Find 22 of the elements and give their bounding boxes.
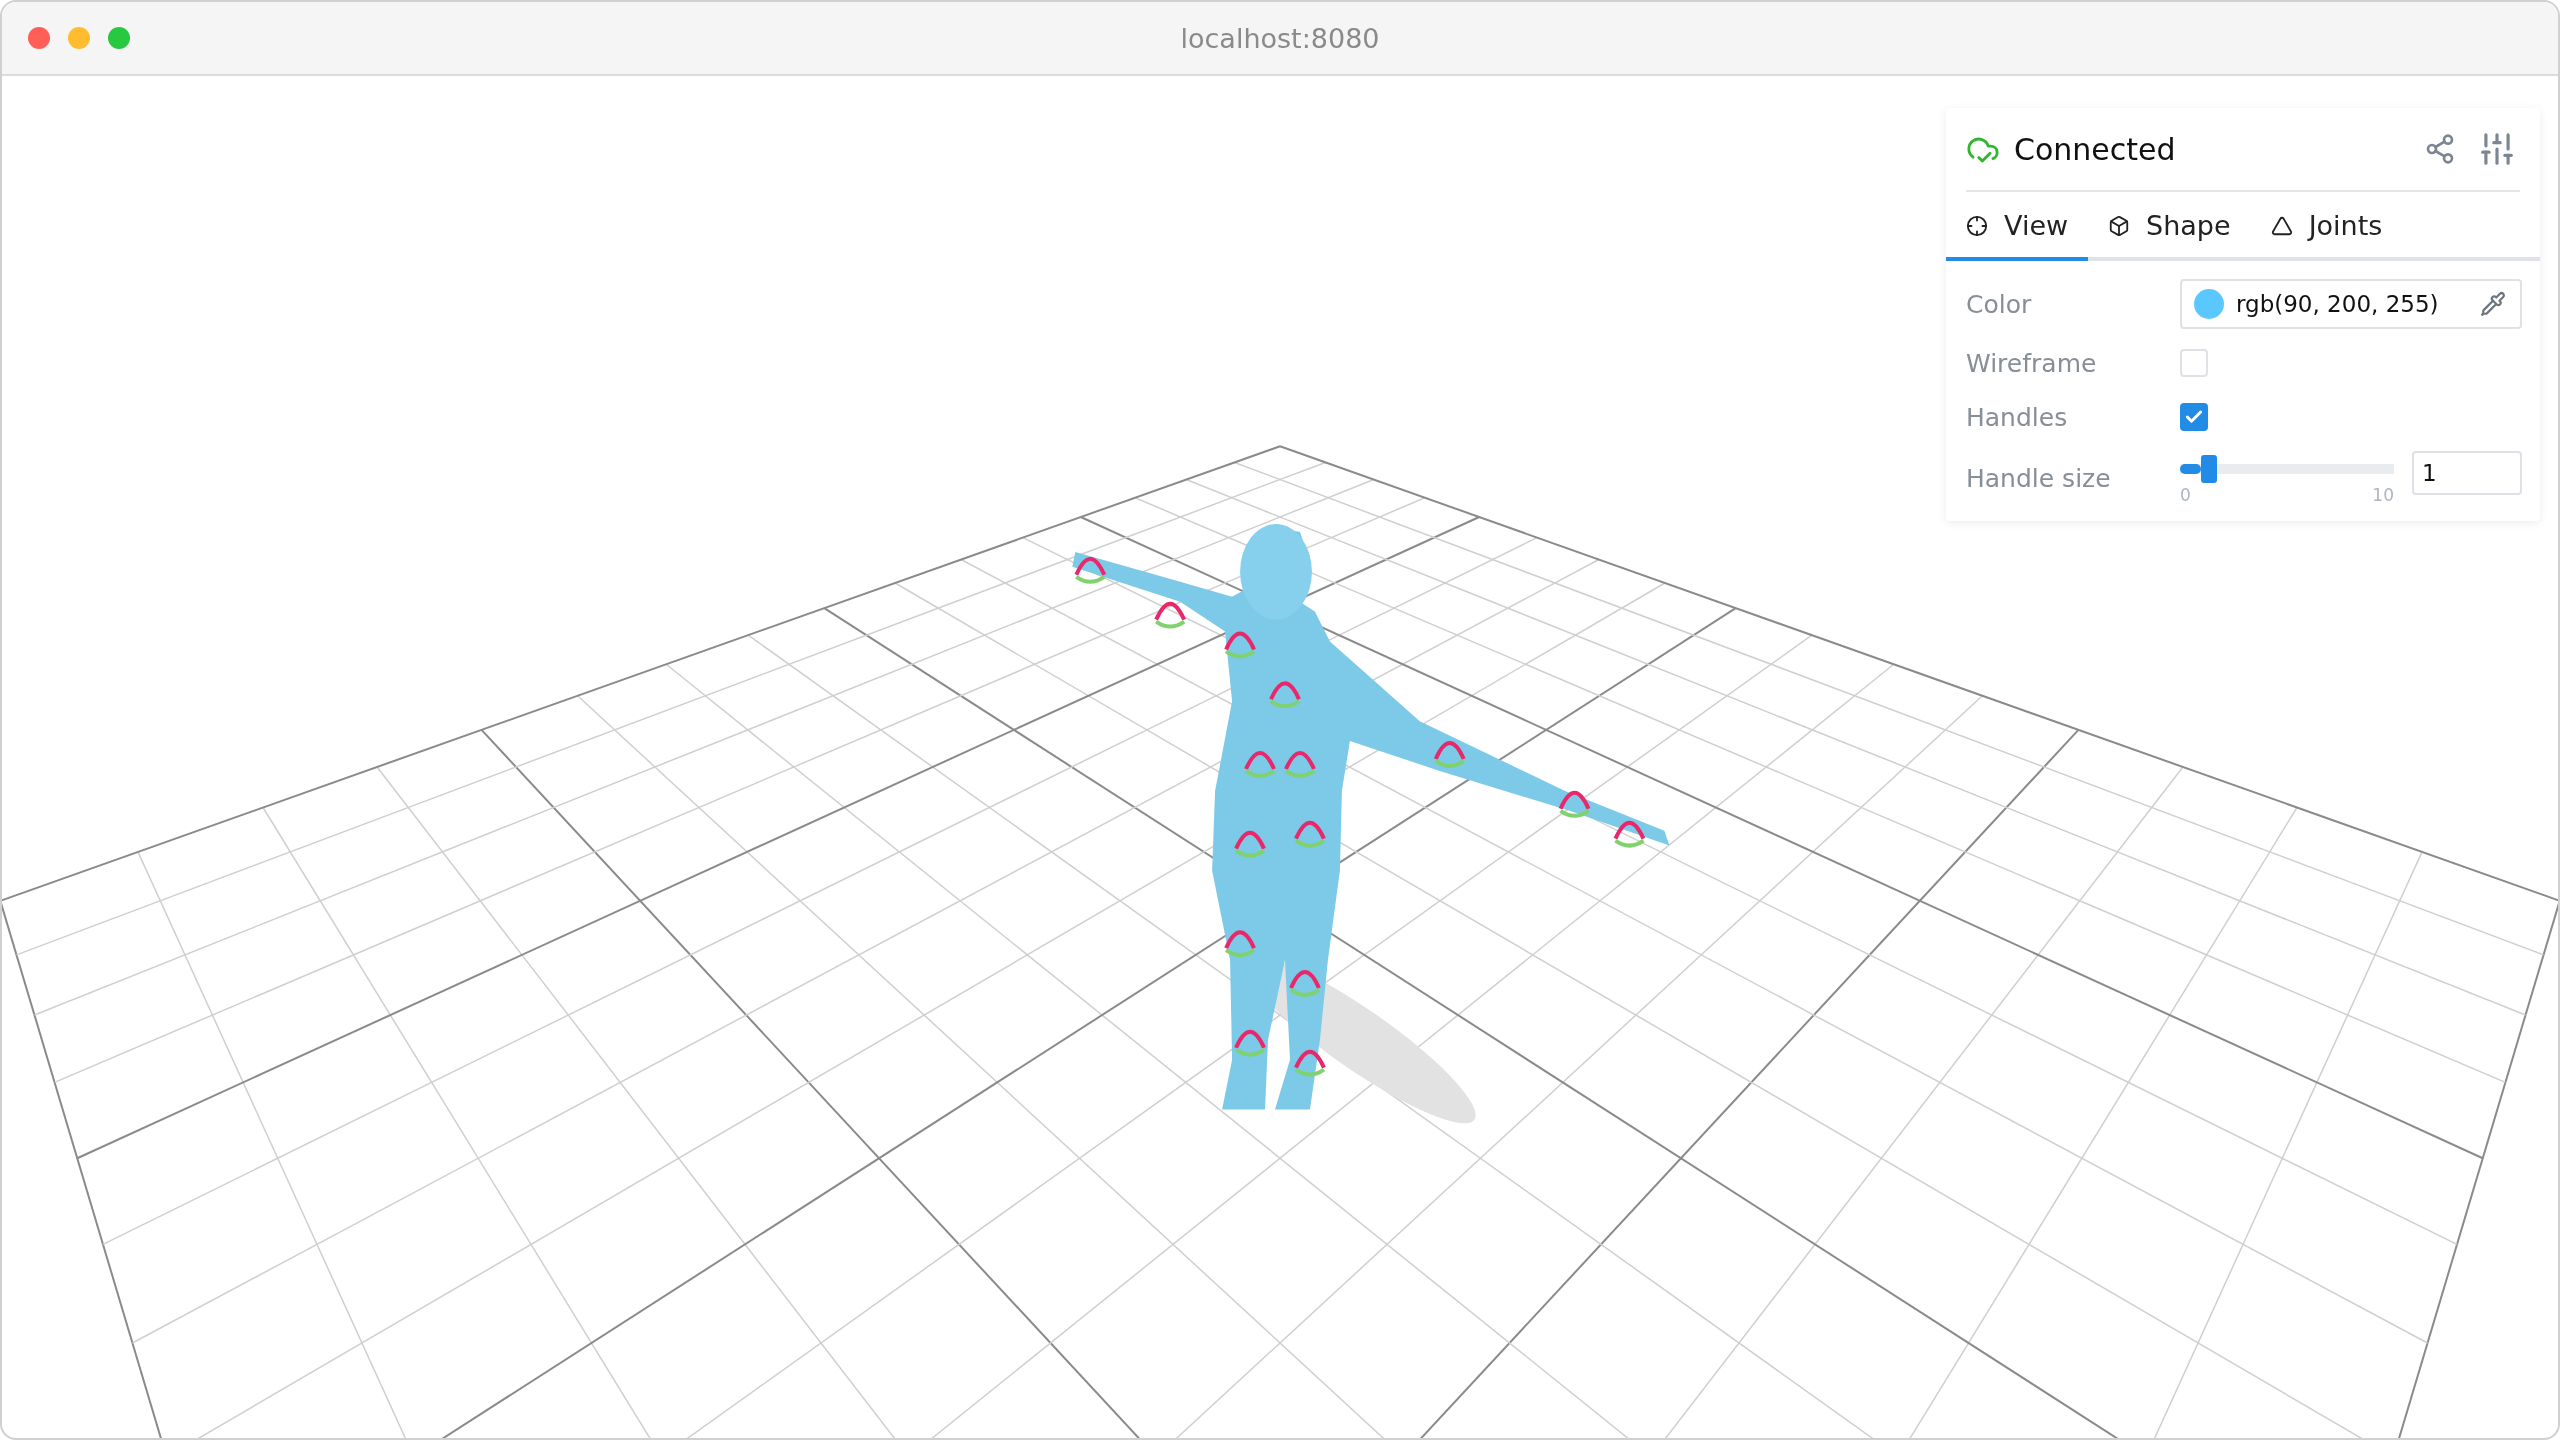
- tab[interactable]: Joints: [2250, 192, 2403, 261]
- tab[interactable]: View: [1946, 192, 2089, 261]
- color-value: rgb(90, 200, 255): [2236, 291, 2440, 317]
- slider-min-label: 0: [2180, 485, 2191, 505]
- field-label: Handles: [1966, 402, 2069, 432]
- number-input[interactable]: 1: [2412, 451, 2522, 495]
- crosshair-icon: [1966, 214, 1988, 237]
- field-label: Wireframe: [1966, 348, 2098, 378]
- maximize-window-button[interactable]: [108, 27, 130, 49]
- checkbox[interactable]: [2180, 403, 2208, 431]
- field-label: Handle size: [1966, 463, 2112, 493]
- close-window-button[interactable]: [28, 27, 50, 49]
- field-label: Color: [1966, 289, 2033, 319]
- tab[interactable]: Shape: [2088, 192, 2251, 261]
- connection-status: Connected: [2014, 131, 2177, 167]
- slider-thumb[interactable]: [2201, 455, 2218, 483]
- triangle-icon: [2270, 214, 2293, 237]
- color-field[interactable]: rgb(90, 200, 255): [2180, 279, 2522, 329]
- slider-max-label: 10: [2372, 485, 2394, 505]
- window-title: localhost:8080: [1180, 22, 1380, 54]
- cube-icon: [2108, 214, 2131, 237]
- eyedropper-icon[interactable]: [2480, 291, 2506, 317]
